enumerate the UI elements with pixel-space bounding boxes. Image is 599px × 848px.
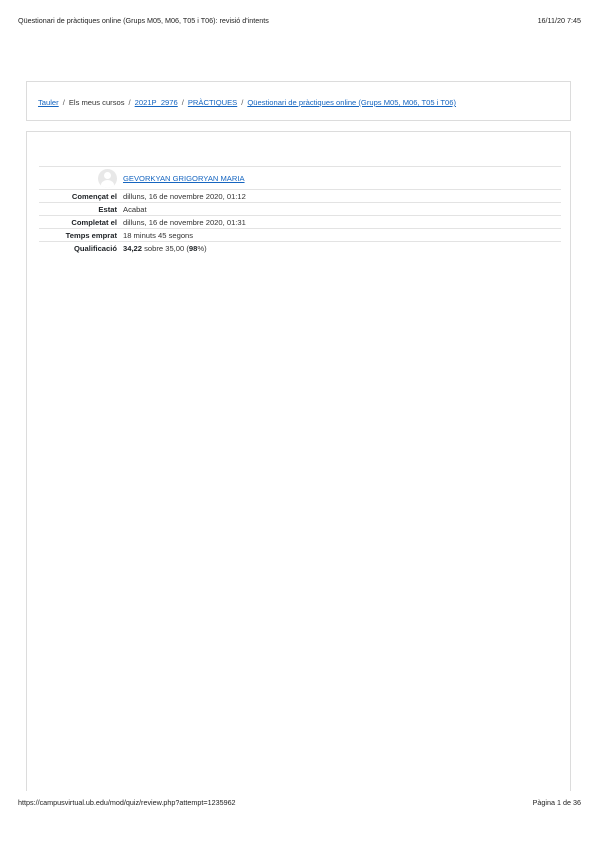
completed-value: dilluns, 16 de novembre 2020, 01:31 [123,217,246,227]
breadcrumb-separator: / [62,98,65,107]
grade-end: %) [197,243,207,253]
print-footer: https://campusvirtual.ub.edu/mod/quiz/re… [18,798,581,807]
summary-row-time: Temps emprat 18 minuts 45 segons [39,228,561,241]
grade-rest: sobre 35,00 ( [142,243,189,253]
breadcrumb-link-tauler[interactable]: Tauler [38,98,59,107]
breadcrumb-item-els-meus-cursos: Els meus cursos [68,98,125,107]
user-name-link[interactable]: GEVORKYAN GRIGORYAN MARIA [123,174,245,183]
print-datetime: 16/11/20 7:45 [537,16,581,25]
summary-row-completed: Completat el dilluns, 16 de novembre 202… [39,215,561,228]
print-page-number: Pàgina 1 de 36 [532,798,581,807]
summary-row-user: GEVORKYAN GRIGORYAN MARIA [39,166,561,189]
summary-row-grade: Qualificació 34,22 sobre 35,00 (98%) [39,241,561,254]
quiz-review-main: GEVORKYAN GRIGORYAN MARIA Començat el di… [26,131,571,791]
grade-label: Qualificació [73,243,117,253]
summary-row-state: Estat Acabat [39,202,561,215]
summary-row-started: Començat el dilluns, 16 de novembre 2020… [39,189,561,202]
print-header: Qüestionari de pràctiques online (Grups … [18,16,581,25]
attempt-summary-table: GEVORKYAN GRIGORYAN MARIA Començat el di… [39,166,561,254]
grade-value: 34,22 sobre 35,00 (98%) [123,244,561,253]
print-title: Qüestionari de pràctiques online (Grups … [18,16,269,25]
print-url: https://campusvirtual.ub.edu/mod/quiz/re… [18,798,236,807]
breadcrumb: Tauler / Els meus cursos/2021P_2976/PRÀCTI… [38,98,456,107]
grade-score: 34,22 [123,243,143,253]
breadcrumb-separator: / [128,98,131,107]
started-value: dilluns, 16 de novembre 2020, 01:12 [123,191,246,201]
state-label: Estat [98,204,117,214]
breadcrumb-separator: / [181,98,184,107]
avatar[interactable] [98,168,117,188]
breadcrumb-link-practiques[interactable]: PRÀCTIQUES [188,98,237,107]
state-value: Acabat [123,204,147,214]
started-label: Començat el [71,191,117,201]
breadcrumb-link-quiz[interactable]: Qüestionari de pràctiques online (Grups … [247,98,456,107]
breadcrumb-container: Tauler / Els meus cursos/2021P_2976/PRÀCTI… [26,81,571,121]
breadcrumb-separator: / [241,98,244,107]
time-value: 18 minuts 45 segons [123,230,194,240]
time-label: Temps emprat [65,230,117,240]
completed-label: Completat el [71,217,117,227]
breadcrumb-link-course[interactable]: 2021P_2976 [135,98,178,107]
